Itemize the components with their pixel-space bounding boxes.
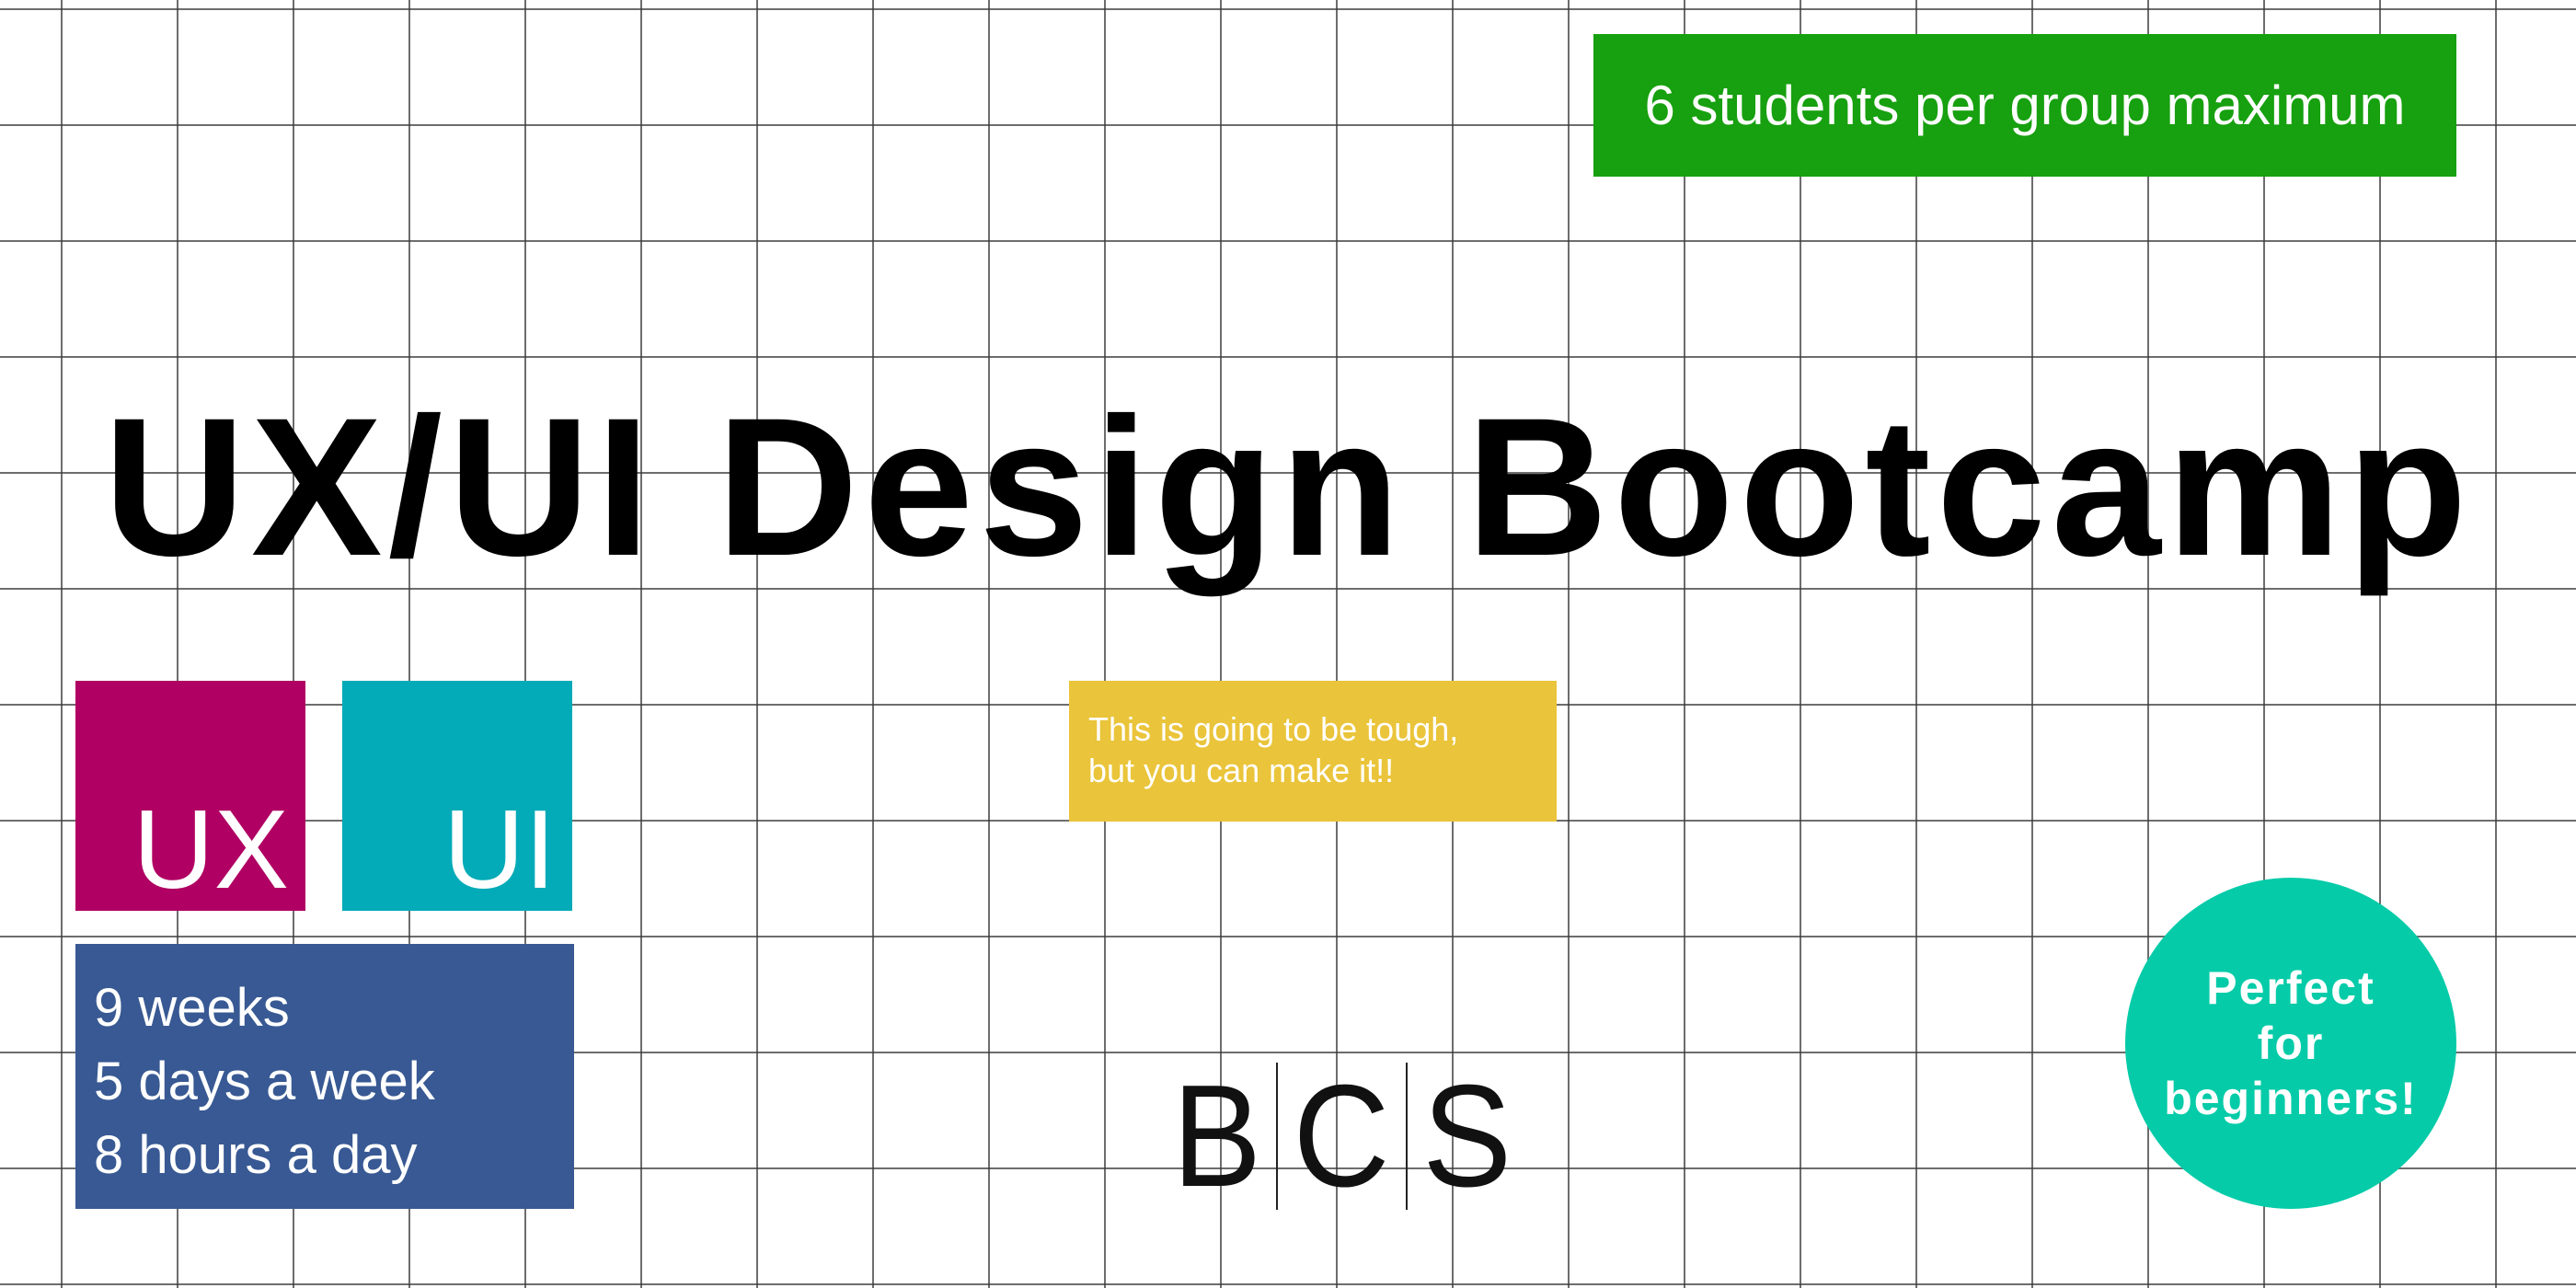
ui-tile: UI [342, 681, 572, 911]
logo-letter-s: S [1421, 1055, 1512, 1217]
note-line-1: This is going to be tough, [1088, 710, 1459, 748]
badge-line-2: for [2257, 1018, 2325, 1069]
logo-letter-b: B [1172, 1055, 1262, 1217]
logo-divider [1405, 1063, 1408, 1210]
note-line-2: but you can make it!! [1088, 752, 1395, 789]
schedule-days: 5 days a week [94, 1052, 435, 1111]
logo-letter-c: C [1293, 1055, 1390, 1217]
schedule-weeks: 9 weeks [94, 978, 290, 1038]
beginners-badge: Perfect for beginners! [2125, 878, 2456, 1209]
schedule-box: 9 weeks 5 days a week 8 hours a day [75, 944, 574, 1209]
ux-tile-label: UX [132, 787, 289, 912]
schedule-hours: 8 hours a day [94, 1125, 418, 1185]
badge-line-1: Perfect [2206, 962, 2375, 1014]
ux-tile: UX [75, 681, 305, 911]
group-size-text: 6 students per group maximum [1644, 75, 2406, 136]
encouragement-note: This is going to be tough, but you can m… [1069, 681, 1557, 822]
page-title: UX/UI Design Bootcamp [103, 377, 2473, 597]
ui-tile-label: UI [443, 787, 556, 912]
group-size-banner: 6 students per group maximum [1593, 34, 2456, 177]
badge-line-3: beginners! [2164, 1073, 2418, 1124]
logo-divider [1276, 1063, 1279, 1210]
bcs-logo: B C S [1168, 1063, 1515, 1210]
